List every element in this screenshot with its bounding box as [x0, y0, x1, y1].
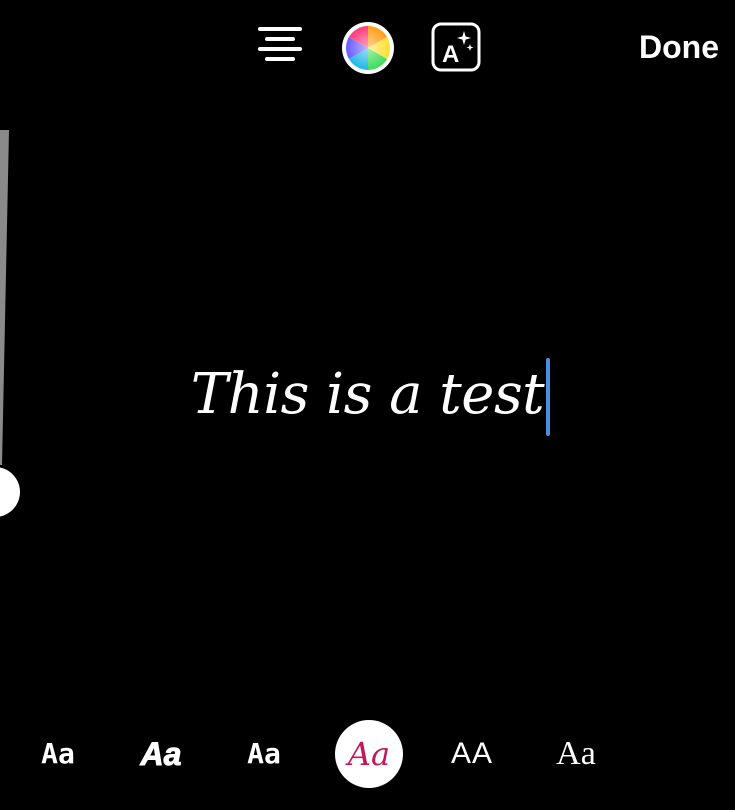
font-option-classic[interactable]: Aa — [24, 720, 92, 788]
slider-thumb — [0, 467, 20, 517]
color-wheel-icon — [342, 22, 394, 74]
text-input-area[interactable]: This is a test — [0, 340, 735, 450]
font-option-typewriter[interactable]: Aa — [230, 720, 298, 788]
story-text: This is a test — [190, 362, 545, 427]
text-effects-icon: A — [431, 22, 481, 72]
font-picker: Aa Aa Aa Aa AA Aa — [0, 712, 735, 796]
font-option-strong[interactable]: Aa — [127, 720, 195, 788]
top-toolbar: A Done — [0, 0, 735, 96]
align-center-icon — [258, 27, 302, 61]
effects-glyph: A — [442, 41, 459, 68]
text-color-button[interactable] — [341, 21, 395, 75]
text-size-slider[interactable] — [0, 130, 24, 520]
font-option-deco[interactable]: Aa — [542, 720, 610, 788]
text-effects-button[interactable]: A — [431, 22, 481, 72]
text-caret — [546, 358, 551, 436]
font-option-editor-selected[interactable]: Aa — [335, 720, 403, 788]
done-button[interactable]: Done — [639, 26, 719, 68]
font-option-modern[interactable]: AA — [438, 720, 506, 788]
story-text-field[interactable]: This is a test — [190, 340, 551, 450]
text-align-button[interactable] — [254, 20, 306, 72]
